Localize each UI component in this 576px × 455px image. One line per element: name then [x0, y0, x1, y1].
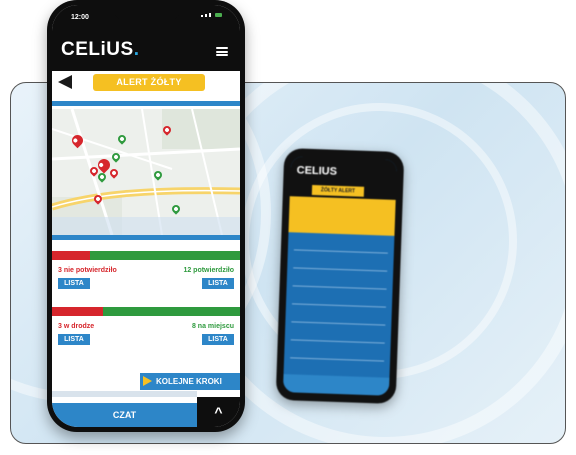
confirmation-progress-fill — [52, 251, 90, 260]
location-progress-fill — [52, 307, 103, 316]
logo-dot: . — [133, 39, 140, 60]
confirmation-stats: 3 nie potwierdziło 12 potwierdziło LISTA… — [52, 263, 240, 299]
confirmed-count: 12 potwierdziło — [183, 267, 234, 274]
on-site-list-button[interactable]: LISTA — [202, 334, 234, 345]
background-phone-note — [288, 196, 396, 236]
divider — [52, 391, 197, 397]
location-progress-bar — [52, 307, 240, 316]
blue-strip — [52, 101, 240, 106]
map-view[interactable] — [52, 109, 240, 235]
phone-screen: 12:00 CELiUS. ALERT ŻÓŁTY 3 nie potwierd… — [52, 5, 240, 427]
back-arrow-icon[interactable] — [58, 75, 72, 89]
location-stats: 3 w drodze 8 na miejscu LISTA LISTA — [52, 319, 240, 355]
map-graphic — [52, 109, 240, 235]
app-logo: CELiUS. — [61, 39, 139, 61]
battery-icon — [215, 13, 222, 17]
on-site-count: 8 na miejscu — [191, 323, 234, 330]
background-phone-screen: CELIUS ŻÓŁTY ALERT — [282, 156, 398, 396]
hamburger-menu-icon[interactable] — [216, 47, 228, 56]
not-confirmed-count: 3 nie potwierdziło — [58, 267, 117, 274]
blue-strip — [52, 235, 240, 240]
phone-notch — [114, 5, 180, 20]
signal-icon — [201, 13, 222, 17]
app-header: CELiUS. — [52, 31, 240, 71]
next-steps-label: KOLEJNE KROKI — [156, 377, 222, 386]
background-phone-logo: CELIUS — [296, 164, 338, 178]
alert-bar: ALERT ŻÓŁTY — [52, 71, 240, 93]
confirmed-list-button[interactable]: LISTA — [202, 278, 234, 289]
on-way-list-button[interactable]: LISTA — [58, 334, 90, 345]
background-phone: CELIUS ŻÓŁTY ALERT — [275, 147, 405, 405]
background-phone-header: CELIUS ŻÓŁTY ALERT — [289, 156, 398, 200]
confirmation-progress-bar — [52, 251, 240, 260]
logo-text: CELiUS — [61, 39, 134, 60]
chevron-up-icon[interactable]: ^ — [197, 397, 240, 427]
status-time: 12:00 — [71, 14, 89, 21]
background-phone-alert: ŻÓŁTY ALERT — [311, 184, 365, 197]
alert-level-badge: ALERT ŻÓŁTY — [93, 74, 205, 91]
phone-frame: 12:00 CELiUS. ALERT ŻÓŁTY 3 nie potwierd… — [47, 0, 245, 432]
next-steps-button[interactable]: KOLEJNE KROKI — [140, 373, 240, 390]
on-way-count: 3 w drodze — [58, 323, 95, 330]
play-arrow-icon — [143, 376, 152, 386]
chat-button[interactable]: CZAT — [52, 403, 197, 427]
not-confirmed-list-button[interactable]: LISTA — [58, 278, 90, 289]
background-phone-footer — [282, 374, 390, 396]
